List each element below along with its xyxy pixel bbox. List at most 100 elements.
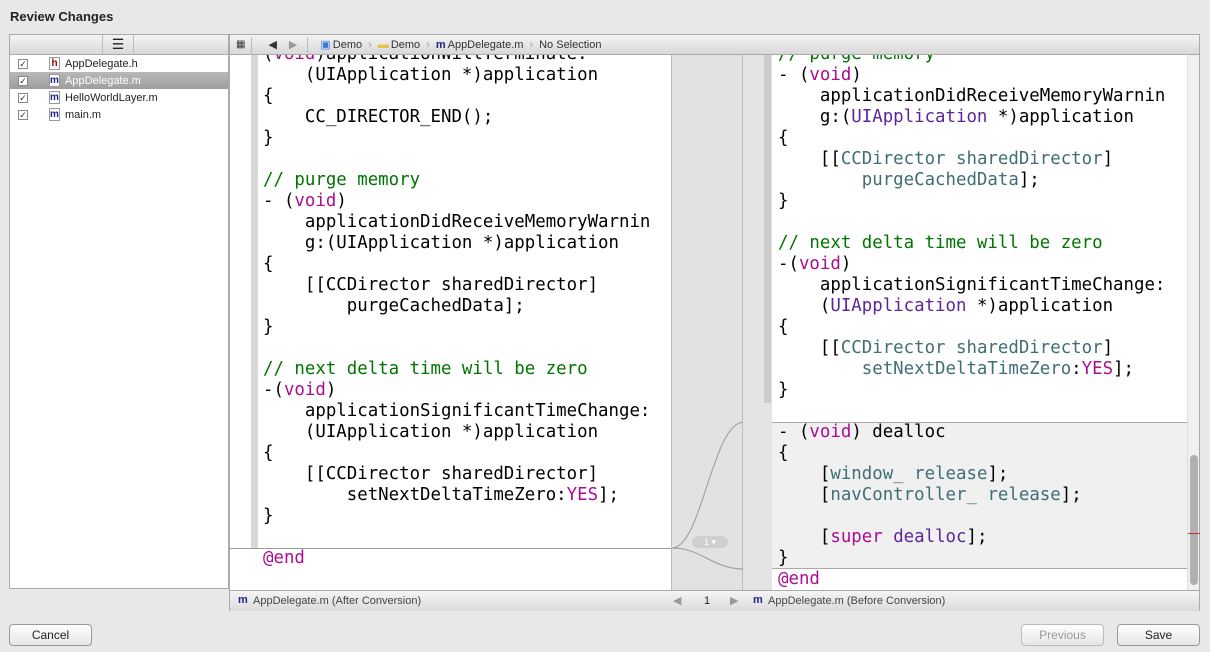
file-list-item[interactable]: ✓ m HelloWorldLayer.m bbox=[10, 89, 228, 106]
change-count-badge[interactable]: 1 ▾ bbox=[692, 536, 728, 548]
code-token: (UIApplication *)application bbox=[263, 65, 599, 85]
right-editor-before[interactable]: // purge memory- (void) applicationDidRe… bbox=[743, 55, 1187, 590]
code-token: { bbox=[778, 443, 789, 463]
file-name: AppDelegate.m bbox=[65, 74, 141, 87]
m-file-icon: m bbox=[435, 38, 446, 51]
code-token: void bbox=[809, 65, 852, 85]
file-name: main.m bbox=[65, 108, 102, 121]
code-token: *)application bbox=[966, 296, 1114, 316]
change-index: 1 bbox=[704, 595, 711, 607]
code-token: void bbox=[294, 191, 337, 211]
code-line: setNextDeltaTimeZero:YES]; bbox=[263, 485, 650, 506]
code-token: CCDirector bbox=[840, 338, 946, 358]
prev-change-icon[interactable]: ◀ bbox=[673, 594, 681, 607]
file-list-item[interactable]: ✓ h AppDelegate.h bbox=[10, 55, 228, 72]
diff-view: ▦ ◀ ▶ ▣ Demo › ▬ Demo › m AppDelegate.m › N… bbox=[229, 34, 1200, 611]
include-checkbox[interactable]: ✓ bbox=[18, 109, 28, 120]
code-token: { bbox=[263, 86, 274, 106]
code-token: ]; bbox=[987, 464, 1009, 484]
code-line: - (void) bbox=[778, 65, 1165, 86]
code-line: [[CCDirector sharedDirector] bbox=[778, 338, 1165, 359]
code-token: // purge memory bbox=[263, 170, 421, 190]
code-token: applicationDidReceiveMemoryWarnin bbox=[263, 212, 651, 232]
code-token: g:(UIApplication *)application bbox=[263, 233, 619, 253]
right-code[interactable]: // purge memory- (void) applicationDidRe… bbox=[778, 55, 1165, 590]
code-line: g:(UIApplication *)application bbox=[263, 233, 650, 254]
left-file-label: AppDelegate.m (After Conversion) bbox=[253, 595, 422, 607]
code-line: } bbox=[778, 548, 1165, 569]
code-line: } bbox=[778, 380, 1165, 401]
left-code[interactable]: (void)applicationWillTerminate: (UIAppli… bbox=[263, 55, 650, 569]
change-gutter bbox=[251, 55, 258, 548]
change-gutter bbox=[764, 55, 771, 403]
code-token: g:( bbox=[778, 107, 852, 127]
folder-icon: ▬ bbox=[377, 38, 389, 51]
breadcrumb-group[interactable]: Demo bbox=[391, 39, 420, 51]
related-items-icon[interactable]: ▦ bbox=[236, 39, 245, 50]
code-token: dealloc bbox=[893, 527, 967, 547]
code-token: YES bbox=[1081, 359, 1114, 379]
code-line: } bbox=[778, 191, 1165, 212]
code-token: @end bbox=[778, 569, 820, 589]
save-button[interactable]: Save bbox=[1117, 624, 1200, 646]
code-token: setNextDeltaTimeZero bbox=[861, 359, 1072, 379]
breadcrumb-file[interactable]: AppDelegate.m bbox=[448, 39, 524, 51]
code-line: [[CCDirector sharedDirector] bbox=[263, 464, 650, 485]
code-token: -( bbox=[263, 380, 284, 400]
include-checkbox[interactable]: ✓ bbox=[18, 58, 28, 69]
code-line: purgeCachedData]; bbox=[263, 296, 650, 317]
code-token: ]; bbox=[1113, 359, 1135, 379]
code-token: -( bbox=[778, 254, 799, 274]
m-file-icon: m bbox=[49, 108, 60, 121]
code-token: YES bbox=[566, 485, 599, 505]
code-line: CC_DIRECTOR_END(); bbox=[263, 107, 650, 128]
code-token: sharedDirector bbox=[956, 149, 1103, 169]
code-token: ]; bbox=[1018, 170, 1040, 190]
include-checkbox[interactable]: ✓ bbox=[18, 75, 28, 86]
code-token: void bbox=[283, 380, 326, 400]
code-token: void bbox=[273, 55, 315, 64]
code-token: : bbox=[1071, 359, 1082, 379]
cancel-button[interactable]: Cancel bbox=[9, 624, 92, 646]
right-file-label: AppDelegate.m (Before Conversion) bbox=[768, 595, 946, 607]
left-editor-after[interactable]: (void)applicationWillTerminate: (UIAppli… bbox=[230, 55, 671, 590]
code-token: } bbox=[778, 380, 789, 400]
code-line: -(void) bbox=[263, 380, 650, 401]
m-file-icon: m bbox=[49, 91, 60, 104]
code-line: [super dealloc]; bbox=[778, 527, 1165, 548]
code-token: [ bbox=[778, 527, 831, 547]
bottom-bar: m AppDelegate.m (After Conversion) ◀ 1 ▶… bbox=[230, 590, 1199, 611]
file-list-item[interactable]: ✓ m AppDelegate.m bbox=[10, 72, 228, 89]
jump-bar: ▦ ◀ ▶ ▣ Demo › ▬ Demo › m AppDelegate.m › N… bbox=[230, 35, 1199, 55]
breadcrumb-selection[interactable]: No Selection bbox=[539, 39, 601, 51]
dialog-title: Review Changes bbox=[10, 9, 114, 24]
code-token: applicationSignificantTimeChange: bbox=[778, 275, 1166, 295]
breadcrumb-project[interactable]: Demo bbox=[333, 39, 362, 51]
list-menu-icon[interactable]: ☰ bbox=[102, 35, 134, 54]
previous-button[interactable]: Previous bbox=[1021, 624, 1104, 646]
code-line: [[CCDirector sharedDirector] bbox=[778, 149, 1165, 170]
code-line: -(void) bbox=[778, 254, 1165, 275]
code-line: - (void) dealloc bbox=[778, 422, 1165, 443]
back-arrow-icon[interactable]: ◀ bbox=[268, 38, 276, 51]
code-token: ] bbox=[1102, 149, 1114, 169]
scrollbar-thumb[interactable] bbox=[1190, 455, 1198, 585]
file-list-item[interactable]: ✓ m main.m bbox=[10, 106, 228, 123]
code-line: [[CCDirector sharedDirector] bbox=[263, 275, 650, 296]
code-line: (void)applicationWillTerminate: bbox=[263, 55, 650, 65]
code-line: (UIApplication *)application bbox=[263, 422, 650, 443]
code-token: - ( bbox=[263, 191, 295, 211]
code-token: ) bbox=[851, 65, 862, 85]
code-token: purgeCachedData]; bbox=[263, 296, 525, 316]
forward-arrow-icon[interactable]: ▶ bbox=[289, 38, 297, 51]
include-checkbox[interactable]: ✓ bbox=[18, 92, 28, 103]
next-change-icon[interactable]: ▶ bbox=[730, 594, 738, 607]
code-token: UIApplication bbox=[851, 107, 988, 127]
file-list-header: ☰ bbox=[10, 35, 228, 55]
scrollbar[interactable] bbox=[1187, 55, 1200, 590]
code-token: window_ bbox=[830, 464, 904, 484]
code-token: - ( bbox=[778, 65, 810, 85]
code-token: CCDirector bbox=[840, 149, 946, 169]
